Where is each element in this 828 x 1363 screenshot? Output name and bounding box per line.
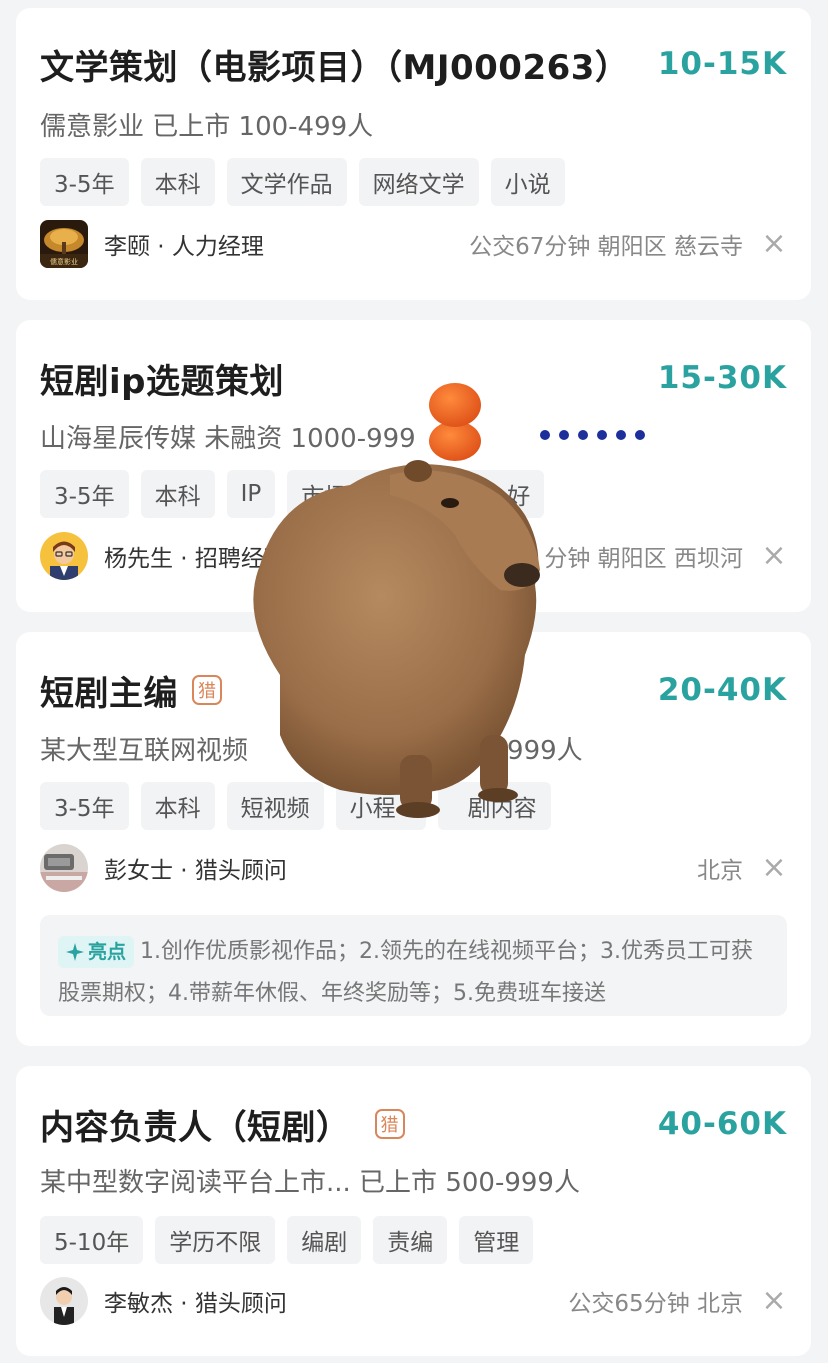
close-icon[interactable]: × <box>761 853 787 883</box>
salary: 15-30K <box>657 360 787 396</box>
avatar <box>40 532 88 580</box>
dot-decoration <box>540 430 645 440</box>
recruiter-row: 李敏杰 · 猎头顾问 公交65分钟 北京 × <box>40 1276 787 1326</box>
tag: 3-5年 <box>40 158 129 206</box>
company-logo-avatar: 儒意影业 <box>40 220 88 268</box>
job-title: 短剧主编 <box>40 673 178 714</box>
recruiter-row: 彭女士 · 猎头顾问 北京 × <box>40 843 787 893</box>
salary: 10-15K <box>657 46 787 82</box>
job-title: 文学策划（电影项目）（MJ000263） <box>40 47 630 88</box>
tag: 3-5年 <box>40 470 129 518</box>
sparkle-icon <box>66 943 84 961</box>
recruiter-name: 李颐 · 人力经理 <box>104 234 264 260</box>
company-info: 儒意影业 已上市 100-499人 <box>40 112 374 142</box>
tag: 本科 <box>140 158 215 206</box>
recruiter-name: 彭女士 · 猎头顾问 <box>104 858 287 884</box>
job-card[interactable]: 文学策划（电影项目）（MJ000263） 10-15K 儒意影业 已上市 100… <box>16 8 811 300</box>
job-highlights: 亮点 1.创作优质影视作品；2.领先的在线视频平台；3.优秀员工可获股票期权；4… <box>40 915 787 1016</box>
tag: 编剧 <box>287 1216 362 1264</box>
close-icon[interactable]: × <box>761 229 787 259</box>
tag: 3-5年 <box>40 782 129 830</box>
salary: 40-60K <box>657 1106 787 1142</box>
capybara-sticker <box>253 383 540 818</box>
highlight-badge: 亮点 <box>58 936 135 968</box>
highlight-text: 1.创作优质影视作品；2.领先的在线视频平台；3.优秀员工可获股票期权；4.带薪… <box>58 939 753 1006</box>
avatar <box>40 1277 88 1325</box>
tag-list: 5-10年 学历不限 编剧 责编 管理 <box>40 1216 534 1264</box>
recruiter-row: 儒意影业 李颐 · 人力经理 公交67分钟 朝阳区 慈云寺 × <box>40 219 787 269</box>
salary: 20-40K <box>657 672 787 708</box>
headhunter-badge: 猎 <box>192 675 222 705</box>
tag: 责编 <box>373 1216 448 1264</box>
job-title: 内容负责人（短剧） <box>40 1107 351 1148</box>
location: 北京 <box>697 858 743 884</box>
tag: 管理 <box>459 1216 534 1264</box>
tag: 本科 <box>140 470 215 518</box>
tag: 文学作品 <box>226 158 347 206</box>
tag: 小说 <box>490 158 565 206</box>
job-card[interactable]: 内容负责人（短剧） 猎 40-60K 某中型数字阅读平台上市... 已上市 50… <box>16 1066 811 1356</box>
close-icon[interactable]: × <box>761 1286 787 1316</box>
headhunter-badge: 猎 <box>374 1109 405 1139</box>
close-icon[interactable]: × <box>761 541 787 571</box>
company-info: 某中型数字阅读平台上市... 已上市 500-999人 <box>40 1168 580 1198</box>
location: 公交65分钟 北京 <box>568 1291 743 1317</box>
tag-list: 3-5年 本科 文学作品 网络文学 小说 <box>40 158 565 206</box>
tag: 本科 <box>140 782 215 830</box>
svg-text:儒意影业: 儒意影业 <box>50 257 78 266</box>
location: 公交67分钟 朝阳区 慈云寺 <box>469 234 743 260</box>
tag: 学历不限 <box>155 1216 276 1264</box>
avatar <box>40 844 88 892</box>
tag: 5-10年 <box>40 1216 144 1264</box>
tag: 网络文学 <box>358 158 479 206</box>
location: 分钟 朝阳区 西坝河 <box>544 546 743 572</box>
recruiter-name: 李敏杰 · 猎头顾问 <box>104 1291 287 1317</box>
